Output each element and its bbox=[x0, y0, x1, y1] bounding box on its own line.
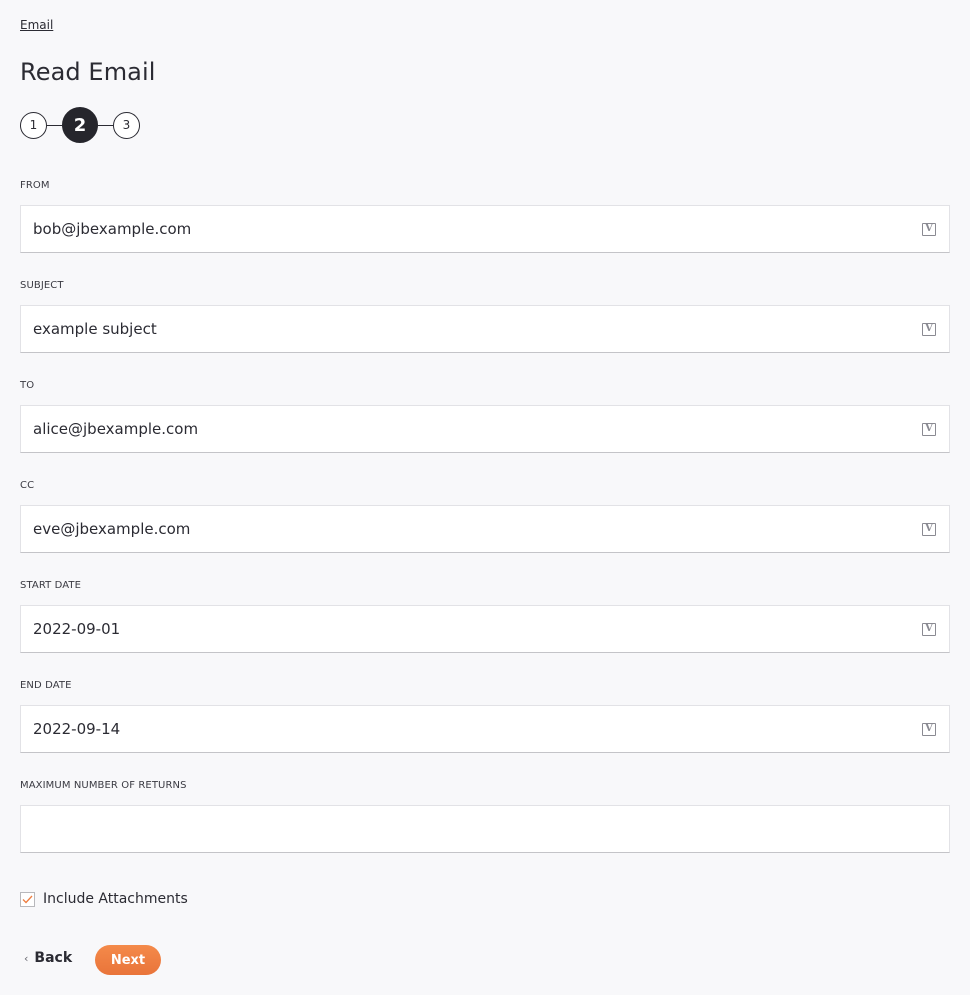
step-2-current: 2 bbox=[62, 107, 98, 143]
variable-icon[interactable]: V bbox=[922, 322, 936, 336]
back-button[interactable]: ‹ Back bbox=[24, 950, 72, 966]
step-connector bbox=[47, 124, 62, 126]
stepper: 1 2 3 bbox=[20, 107, 140, 143]
variable-icon[interactable]: V bbox=[922, 522, 936, 536]
end-date-field-container: V bbox=[20, 705, 950, 753]
start-date-input[interactable] bbox=[21, 606, 922, 652]
subject-field-container: V bbox=[20, 305, 950, 353]
max-returns-field-container bbox=[20, 805, 950, 853]
end-date-input[interactable] bbox=[21, 706, 922, 752]
page-title: Read Email bbox=[20, 58, 156, 86]
from-input[interactable] bbox=[21, 206, 922, 252]
include-attachments-checkbox-row[interactable]: Include Attachments bbox=[20, 891, 188, 907]
include-attachments-checkbox[interactable] bbox=[20, 891, 35, 907]
subject-label: SUBJECT bbox=[20, 280, 64, 291]
cc-field-container: V bbox=[20, 505, 950, 553]
to-field-container: V bbox=[20, 405, 950, 453]
breadcrumb-email-link[interactable]: Email bbox=[20, 18, 53, 32]
step-3[interactable]: 3 bbox=[113, 111, 140, 139]
include-attachments-label: Include Attachments bbox=[43, 891, 188, 907]
variable-icon[interactable]: V bbox=[922, 222, 936, 236]
from-label: FROM bbox=[20, 180, 50, 191]
chevron-left-icon: ‹ bbox=[24, 951, 29, 965]
subject-input[interactable] bbox=[21, 306, 922, 352]
to-input[interactable] bbox=[21, 406, 922, 452]
variable-icon[interactable]: V bbox=[922, 722, 936, 736]
max-returns-label: MAXIMUM NUMBER OF RETURNS bbox=[20, 780, 187, 791]
back-button-label: Back bbox=[34, 950, 73, 966]
cc-input[interactable] bbox=[21, 506, 922, 552]
step-1[interactable]: 1 bbox=[20, 111, 47, 139]
start-date-label: START DATE bbox=[20, 580, 82, 591]
check-icon bbox=[22, 895, 33, 903]
from-field-container: V bbox=[20, 205, 950, 253]
step-connector bbox=[98, 124, 113, 126]
variable-icon[interactable]: V bbox=[922, 422, 936, 436]
end-date-label: END DATE bbox=[20, 680, 72, 691]
to-label: TO bbox=[20, 380, 35, 391]
max-returns-input[interactable] bbox=[21, 806, 949, 852]
start-date-field-container: V bbox=[20, 605, 950, 653]
cc-label: CC bbox=[20, 480, 35, 491]
next-button[interactable]: Next bbox=[95, 945, 161, 975]
variable-icon[interactable]: V bbox=[922, 622, 936, 636]
